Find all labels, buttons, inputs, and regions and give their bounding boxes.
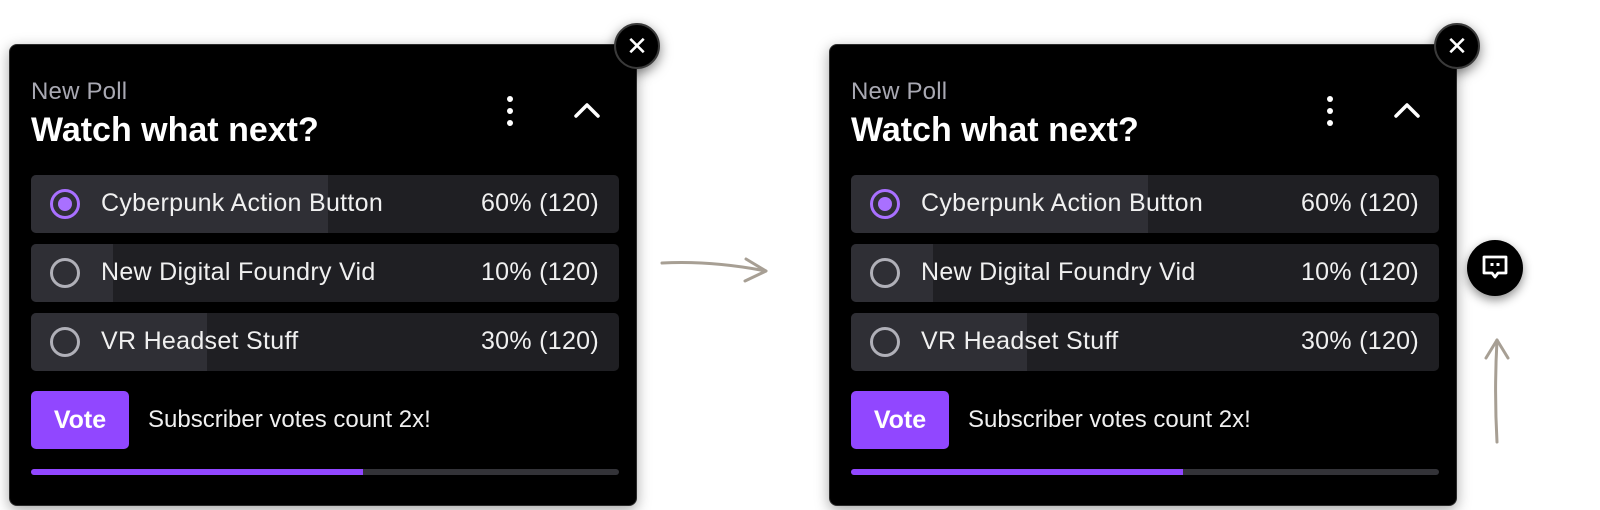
- option-result: 30% (120): [1300, 327, 1419, 355]
- vote-button[interactable]: Vote: [31, 391, 129, 449]
- radio-button[interactable]: [870, 327, 900, 357]
- option-label: VR Headset Stuff: [101, 327, 299, 355]
- chat-bubble-icon: [1482, 255, 1508, 279]
- poll-kicker: New Poll: [851, 78, 948, 105]
- radio-button[interactable]: [870, 258, 900, 288]
- poll-timer-fill: [851, 469, 1184, 475]
- chevron-up-icon: [1394, 103, 1420, 118]
- more-vertical-icon: [1327, 96, 1333, 102]
- option-label: New Digital Foundry Vid: [101, 258, 376, 286]
- option-result: 60% (120): [480, 189, 599, 217]
- radio-button[interactable]: [50, 189, 80, 219]
- subscriber-note: Subscriber votes count 2x!: [968, 406, 1251, 433]
- poll-option-digital-foundry[interactable]: New Digital Foundry Vid 10% (120): [851, 244, 1439, 302]
- subscriber-note: Subscriber votes count 2x!: [148, 406, 431, 433]
- arrow-icon: [1484, 338, 1510, 444]
- more-options-button[interactable]: [1318, 93, 1342, 129]
- chevron-up-icon: [574, 103, 600, 118]
- poll-timer-bar: [31, 469, 619, 475]
- option-label: Cyberpunk Action Button: [921, 189, 1204, 217]
- more-options-button[interactable]: [498, 93, 522, 129]
- close-icon: ✕: [626, 30, 648, 61]
- option-label: VR Headset Stuff: [921, 327, 1119, 355]
- collapse-button[interactable]: [1390, 93, 1424, 127]
- poll-kicker: New Poll: [31, 78, 128, 105]
- poll-option-digital-foundry[interactable]: New Digital Foundry Vid 10% (120): [31, 244, 619, 302]
- option-result: 10% (120): [1300, 258, 1419, 286]
- option-result: 60% (120): [1300, 189, 1419, 217]
- vote-button[interactable]: Vote: [851, 391, 949, 449]
- option-label: New Digital Foundry Vid: [921, 258, 1196, 286]
- close-button[interactable]: ✕: [1434, 23, 1480, 69]
- radio-button[interactable]: [870, 189, 900, 219]
- poll-option-vr-headset[interactable]: VR Headset Stuff 30% (120): [31, 313, 619, 371]
- poll-option-cyberpunk[interactable]: Cyberpunk Action Button 60% (120): [31, 175, 619, 233]
- poll-option-cyberpunk[interactable]: Cyberpunk Action Button 60% (120): [851, 175, 1439, 233]
- poll-title: Watch what next?: [31, 111, 319, 149]
- poll-title: Watch what next?: [851, 111, 1139, 149]
- option-result: 10% (120): [480, 258, 599, 286]
- close-icon: ✕: [1446, 30, 1468, 61]
- poll-timer-bar: [851, 469, 1439, 475]
- close-button[interactable]: ✕: [614, 23, 660, 69]
- open-chat-button[interactable]: [1467, 240, 1523, 296]
- option-label: Cyberpunk Action Button: [101, 189, 384, 217]
- poll-panel-right: ✕ New Poll Watch what next? Cyberpunk Ac…: [829, 23, 1480, 506]
- option-result: 30% (120): [480, 327, 599, 355]
- poll-panel-left: ✕ New Poll Watch what next? Cyberpunk Ac…: [9, 23, 660, 506]
- radio-button[interactable]: [50, 327, 80, 357]
- collapse-button[interactable]: [570, 93, 604, 127]
- more-vertical-icon: [507, 96, 513, 102]
- poll-timer-fill: [31, 469, 364, 475]
- poll-option-vr-headset[interactable]: VR Headset Stuff 30% (120): [851, 313, 1439, 371]
- arrow-icon: [660, 257, 768, 283]
- radio-button[interactable]: [50, 258, 80, 288]
